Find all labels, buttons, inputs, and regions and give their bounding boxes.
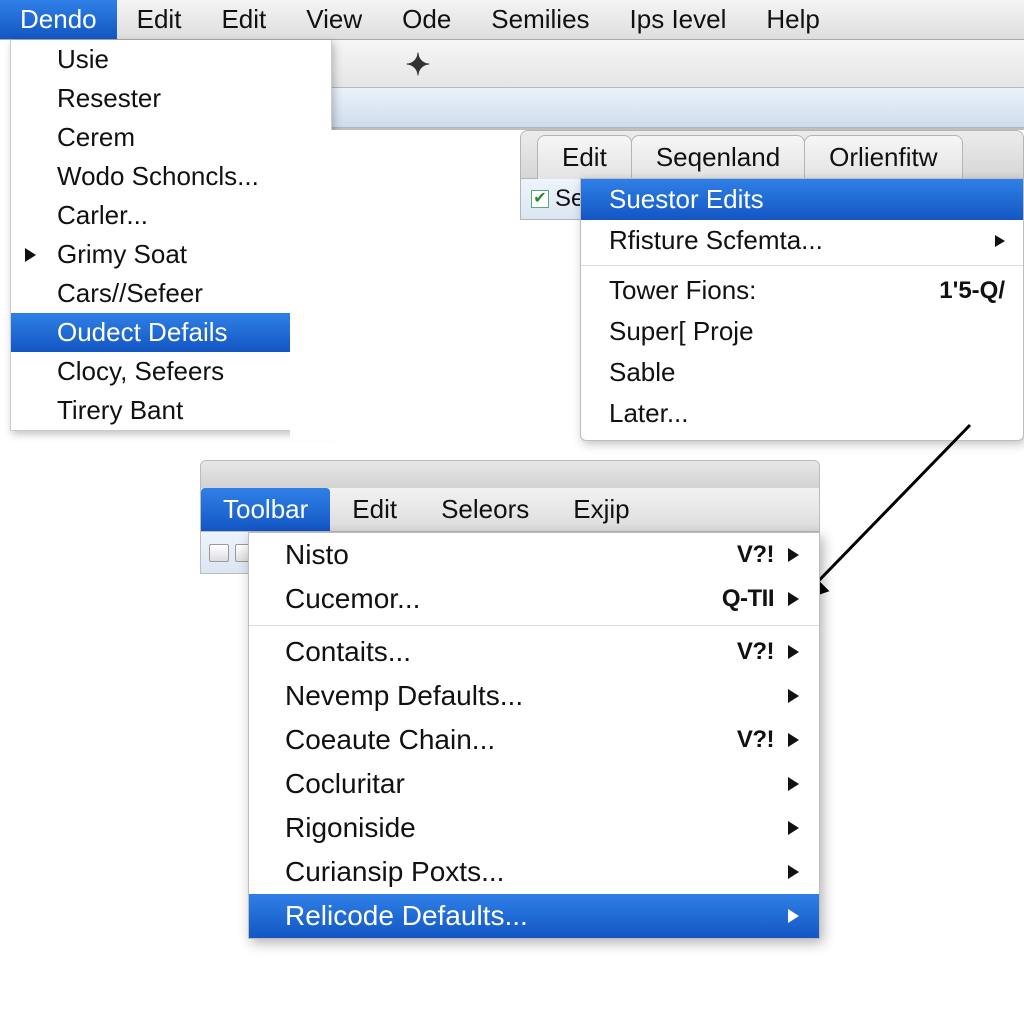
menu-item[interactable]: Resester [11, 79, 331, 118]
menu-item-label: Rigoniside [285, 812, 416, 844]
menu-shortcut: 1'5-Q/ [939, 277, 1005, 305]
menu-item[interactable]: Suestor Edits [581, 179, 1023, 220]
menu-shortcut: V?! [737, 726, 774, 754]
panel1-doc-header [332, 88, 1024, 128]
submenu-arrow-icon [995, 235, 1005, 247]
menu-item[interactable]: Clocy, Sefeers [11, 352, 331, 391]
menu-item[interactable]: Oudect Defails [11, 313, 331, 352]
small-doc-icon [209, 544, 229, 562]
menu-shortcut: V?! [737, 638, 774, 666]
menubar-item[interactable]: Ips Ievel [610, 0, 747, 39]
menu-item-label: Usie [57, 44, 109, 74]
menubar-item[interactable]: Semilies [471, 0, 609, 39]
panel1-toolbar-strip: ✦ [332, 40, 1024, 88]
panel1-menubar: DendoEditEditViewOdeSemiliesIps IevelHel… [0, 0, 1024, 40]
menu-separator [581, 265, 1023, 266]
menu-item-label: Contaits... [285, 636, 411, 668]
menu-item-label: Oudect Defails [57, 317, 228, 347]
menu-item-label: Nisto [285, 539, 349, 571]
menubar-item[interactable]: Help [746, 0, 839, 39]
menu-item-label: Cocluritar [285, 768, 405, 800]
menu-item-label: Later... [609, 398, 689, 429]
menu-item[interactable]: Rigoniside [249, 806, 819, 850]
menu-item[interactable]: Rfisture Scfemta... [581, 220, 1023, 261]
menu-item[interactable]: Later... [581, 393, 1023, 434]
submenu-arrow-icon [788, 689, 799, 703]
menu-item[interactable]: Cucemor... Q-TII [249, 577, 819, 621]
panel2-tab-row: EditSeqenlandOrlienfitw [520, 130, 1024, 178]
menubar-item[interactable]: Edit [330, 488, 419, 531]
tab[interactable]: Edit [537, 135, 632, 179]
menu-item[interactable]: Super[ Proje [581, 311, 1023, 352]
menu-item[interactable]: Tirery Bant [11, 391, 331, 430]
menu-item-label: Cerem [57, 122, 135, 152]
menu-item-label: Rfisture Scfemta... [609, 225, 823, 256]
panel1-dropdown-menu: Usie Resester Cerem Wodo Schoncls... Carler.… [10, 40, 332, 431]
checkbox-icon[interactable]: ✔ [531, 190, 549, 208]
menu-item-label: Carler... [57, 200, 148, 230]
menu-shortcut: V?! [737, 541, 774, 569]
menu-item-label: Cars//Sefeer [57, 278, 203, 308]
menu-item[interactable]: Cerem [11, 118, 331, 157]
menu-item-label: Cucemor... [285, 583, 420, 615]
menu-item-label: Wodo Schoncls... [57, 161, 259, 191]
menu-item[interactable]: Cocluritar [249, 762, 819, 806]
menu-item[interactable]: Relicode Defaults... [249, 894, 819, 938]
menu-item[interactable]: Nisto V?! [249, 533, 819, 577]
submenu-arrow-icon [788, 548, 799, 562]
submenu-arrow-icon [788, 733, 799, 747]
menu-item-label: Grimy Soat [57, 239, 187, 269]
new-tab-plus-icon[interactable]: ✦ [392, 48, 444, 82]
submenu-arrow-icon [788, 777, 799, 791]
menu-item-label: Nevemp Defaults... [285, 680, 523, 712]
menu-item-label: Sable [609, 357, 676, 388]
menu-item-label: Resester [57, 83, 161, 113]
tab[interactable]: Orlienfitw [804, 135, 962, 179]
menu-item[interactable]: Carler... [11, 196, 331, 235]
menu-item-label: Tirery Bant [57, 395, 183, 425]
panel3-dropdown-menu: Nisto V?! Cucemor... Q-TII Contaits... V?! Nev… [248, 532, 820, 939]
menu-item[interactable]: Curiansip Poxts... [249, 850, 819, 894]
menu-item-label: Curiansip Poxts... [285, 856, 504, 888]
menubar-item[interactable]: Seleors [419, 488, 551, 531]
panel3-window-chrome [200, 460, 820, 488]
menubar-item[interactable]: Exjip [551, 488, 651, 531]
panel-1: DendoEditEditViewOdeSemiliesIps IevelHel… [0, 0, 1024, 40]
menu-item[interactable]: Usie [11, 40, 331, 79]
menubar-item[interactable]: Edit [201, 0, 286, 39]
menu-separator [249, 625, 819, 626]
submenu-arrow-icon [788, 821, 799, 835]
menubar-item[interactable]: Ode [382, 0, 471, 39]
play-marker-icon [25, 248, 36, 262]
menu-item-label: Relicode Defaults... [285, 900, 528, 932]
submenu-arrow-icon [788, 645, 799, 659]
panel-3: ToolbarEditSeleorsExjip ✔ B NistoV?!Cuce… [200, 460, 820, 574]
menubar-item[interactable]: Edit [117, 0, 202, 39]
menu-shortcut: Q-TII [722, 585, 774, 613]
menubar-item[interactable]: Dendo [0, 0, 117, 39]
submenu-arrow-icon [788, 865, 799, 879]
menu-item-label: Suestor Edits [609, 184, 764, 215]
panel2-dropdown-menu: Suestor Edits Rfisture Scfemta... Tower Fi… [580, 178, 1024, 441]
menu-item[interactable]: Cars//Sefeer [11, 274, 331, 313]
tab[interactable]: Seqenland [631, 135, 805, 179]
menu-item-label: Coeaute Chain... [285, 724, 495, 756]
menubar-item[interactable]: Toolbar [201, 488, 330, 531]
panel-2: EditSeqenlandOrlienfitw ✔ Se Suestor Edi… [520, 130, 1024, 220]
menu-item[interactable]: Tower Fions: 1'5-Q/ [581, 270, 1023, 311]
submenu-arrow-icon [788, 909, 799, 923]
menu-item-label: Tower Fions: [609, 275, 756, 306]
panel3-menubar: ToolbarEditSeleorsExjip [200, 488, 820, 532]
menubar-item[interactable]: View [286, 0, 382, 39]
menu-item[interactable]: Wodo Schoncls... [11, 157, 331, 196]
menu-item[interactable]: Nevemp Defaults... [249, 674, 819, 718]
menu-item[interactable]: Grimy Soat [11, 235, 331, 274]
submenu-arrow-icon [788, 592, 799, 606]
menu-item[interactable]: Contaits... V?! [249, 630, 819, 674]
menu-item[interactable]: Coeaute Chain... V?! [249, 718, 819, 762]
menu-item[interactable]: Sable [581, 352, 1023, 393]
menu-item-label: Super[ Proje [609, 316, 754, 347]
menu-item-label: Clocy, Sefeers [57, 356, 224, 386]
